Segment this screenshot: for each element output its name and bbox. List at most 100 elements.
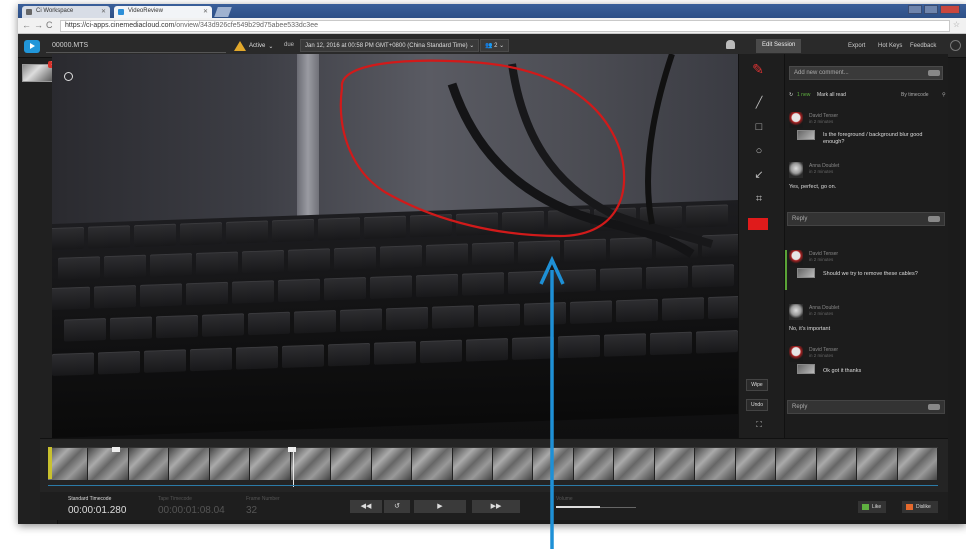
player-controls: Standard Timecode 00:00:01.280 Tape Time…: [40, 492, 948, 520]
comment-marker[interactable]: [112, 447, 120, 452]
frame-number: 32: [246, 505, 258, 516]
tab-bar: Ci Workspace ✕ VideoReview ✕: [18, 4, 966, 18]
sort-dropdown[interactable]: By timecode: [901, 92, 929, 98]
divider: [46, 52, 226, 53]
wipe-button[interactable]: Wipe: [746, 379, 768, 391]
status-label: Active: [249, 43, 266, 49]
tab-label: VideoReview: [128, 8, 163, 14]
filmstrip-frame: [735, 448, 777, 480]
like-button[interactable]: Like: [858, 501, 886, 513]
filmstrip-frame: [897, 448, 938, 480]
tape-timecode: 00:00:01:08.04: [158, 505, 225, 516]
dislike-button[interactable]: Dislike: [902, 501, 938, 513]
comment-text: Should we try to remove these cables?: [823, 271, 918, 277]
rewind-button[interactable]: ◀◀: [350, 500, 382, 513]
tab-videoreview[interactable]: VideoReview ✕: [114, 6, 212, 18]
filmstrip-frame: [816, 448, 858, 480]
filmstrip[interactable]: [48, 447, 938, 480]
users-dropdown[interactable]: 👥 2 ⌄: [480, 39, 510, 52]
circle-icon[interactable]: ○: [752, 144, 766, 158]
users-icon: 👥: [485, 43, 493, 49]
pencil-icon[interactable]: ✎: [748, 62, 768, 82]
bell-icon[interactable]: [726, 40, 735, 49]
tab-ci-workspace[interactable]: Ci Workspace ✕: [22, 6, 110, 18]
crop-icon[interactable]: ⌗: [752, 192, 766, 206]
add-comment-input[interactable]: Add new comment...: [789, 66, 943, 80]
reload-icon[interactable]: C: [46, 20, 53, 30]
progress-line: [48, 485, 938, 486]
users-count: 2: [494, 43, 498, 49]
line-icon[interactable]: ╱: [752, 96, 766, 110]
minimize-button[interactable]: [908, 5, 922, 14]
video-player[interactable]: [52, 54, 738, 438]
warning-icon: [234, 41, 246, 51]
file-name[interactable]: 00000.MTS: [52, 42, 88, 49]
reply: Anna Doublet in 2 minutes No, it's impor…: [789, 304, 945, 334]
undo-button[interactable]: Undo: [746, 399, 768, 411]
send-icon[interactable]: [928, 216, 940, 222]
filmstrip-frame: [88, 448, 129, 480]
loop-button[interactable]: ↺: [384, 500, 410, 513]
comment-frame-thumbnail[interactable]: [797, 268, 815, 278]
maximize-button[interactable]: [924, 5, 938, 14]
play-button[interactable]: ▶: [414, 500, 466, 513]
due-label: due: [284, 42, 295, 48]
mark-all-read-link[interactable]: Mark all read: [817, 92, 846, 98]
filmstrip-frame: [573, 448, 615, 480]
comment-frame-thumbnail[interactable]: [797, 130, 815, 140]
new-tab-button[interactable]: [214, 7, 232, 17]
filmstrip-frame: [209, 448, 251, 480]
bookmark-star-icon[interactable]: ☆: [953, 20, 960, 29]
comments-panel: Add new comment... ↻ 1 new Mark all read…: [784, 54, 948, 438]
send-icon[interactable]: [928, 404, 940, 410]
forward-icon[interactable]: →: [34, 20, 43, 30]
loop-icon[interactable]: [64, 72, 73, 81]
status-dropdown[interactable]: Active ⌄: [234, 39, 273, 53]
comment-marker[interactable]: [288, 447, 296, 452]
filmstrip-frame: [654, 448, 696, 480]
reply-input[interactable]: Reply: [787, 212, 945, 226]
back-icon[interactable]: ←: [22, 20, 31, 30]
arrow-icon[interactable]: ↙: [752, 168, 766, 182]
close-icon[interactable]: ✕: [203, 8, 208, 15]
comment-time: in 2 minutes: [809, 311, 834, 316]
reply: Anna Doublet in 2 minutes Yes, perfect, …: [789, 162, 945, 192]
fullscreen-icon[interactable]: ⛶: [752, 418, 766, 432]
playhead[interactable]: [293, 447, 294, 487]
app-logo-icon[interactable]: [24, 40, 40, 53]
filmstrip-frame: [776, 448, 817, 480]
refresh-icon[interactable]: ↻: [789, 92, 793, 98]
edit-session-button[interactable]: Edit Session: [756, 39, 802, 53]
hot-keys-link[interactable]: Hot Keys: [878, 43, 902, 49]
comment: David Tenser in 2 minutes Should we try …: [789, 250, 945, 294]
comment-text: No, it's important: [789, 326, 831, 332]
send-icon[interactable]: [928, 70, 940, 76]
timeline[interactable]: [40, 438, 948, 492]
close-icon[interactable]: ✕: [101, 8, 106, 15]
filmstrip-frame: [857, 448, 898, 480]
comment-text: Yes, perfect, go on.: [789, 184, 837, 190]
thread-indicator: [785, 250, 787, 290]
close-window-button[interactable]: [940, 5, 960, 14]
url-host: https://ci-apps.cinemediacloud.com: [65, 22, 175, 29]
rectangle-icon[interactable]: □: [752, 120, 766, 134]
url-field[interactable]: https://ci-apps.cinemediacloud.com/onvie…: [60, 20, 950, 32]
search-icon[interactable]: ⚲: [942, 92, 946, 98]
in-point-marker[interactable]: [48, 447, 52, 479]
comment-frame-thumbnail[interactable]: [797, 364, 815, 374]
help-icon[interactable]: [950, 40, 961, 51]
export-link[interactable]: Export: [848, 43, 865, 49]
comment-time: in 2 minutes: [809, 119, 834, 124]
reply-input[interactable]: Reply: [787, 400, 945, 414]
feedback-link[interactable]: Feedback: [910, 43, 936, 49]
comment-time: in 2 minutes: [809, 353, 834, 358]
comment-text: Ok got it thanks: [823, 368, 862, 374]
avatar: [789, 162, 803, 178]
fast-forward-button[interactable]: ▶▶: [472, 500, 520, 513]
due-date-picker[interactable]: Jan 12, 2016 at 00:58 PM GMT+0800 (China…: [300, 39, 480, 52]
tab-label: Ci Workspace: [36, 8, 74, 14]
color-swatch[interactable]: [748, 218, 768, 230]
chevron-down-icon: ⌄: [268, 43, 274, 50]
avatar: [789, 346, 803, 362]
window-controls: [908, 5, 960, 14]
